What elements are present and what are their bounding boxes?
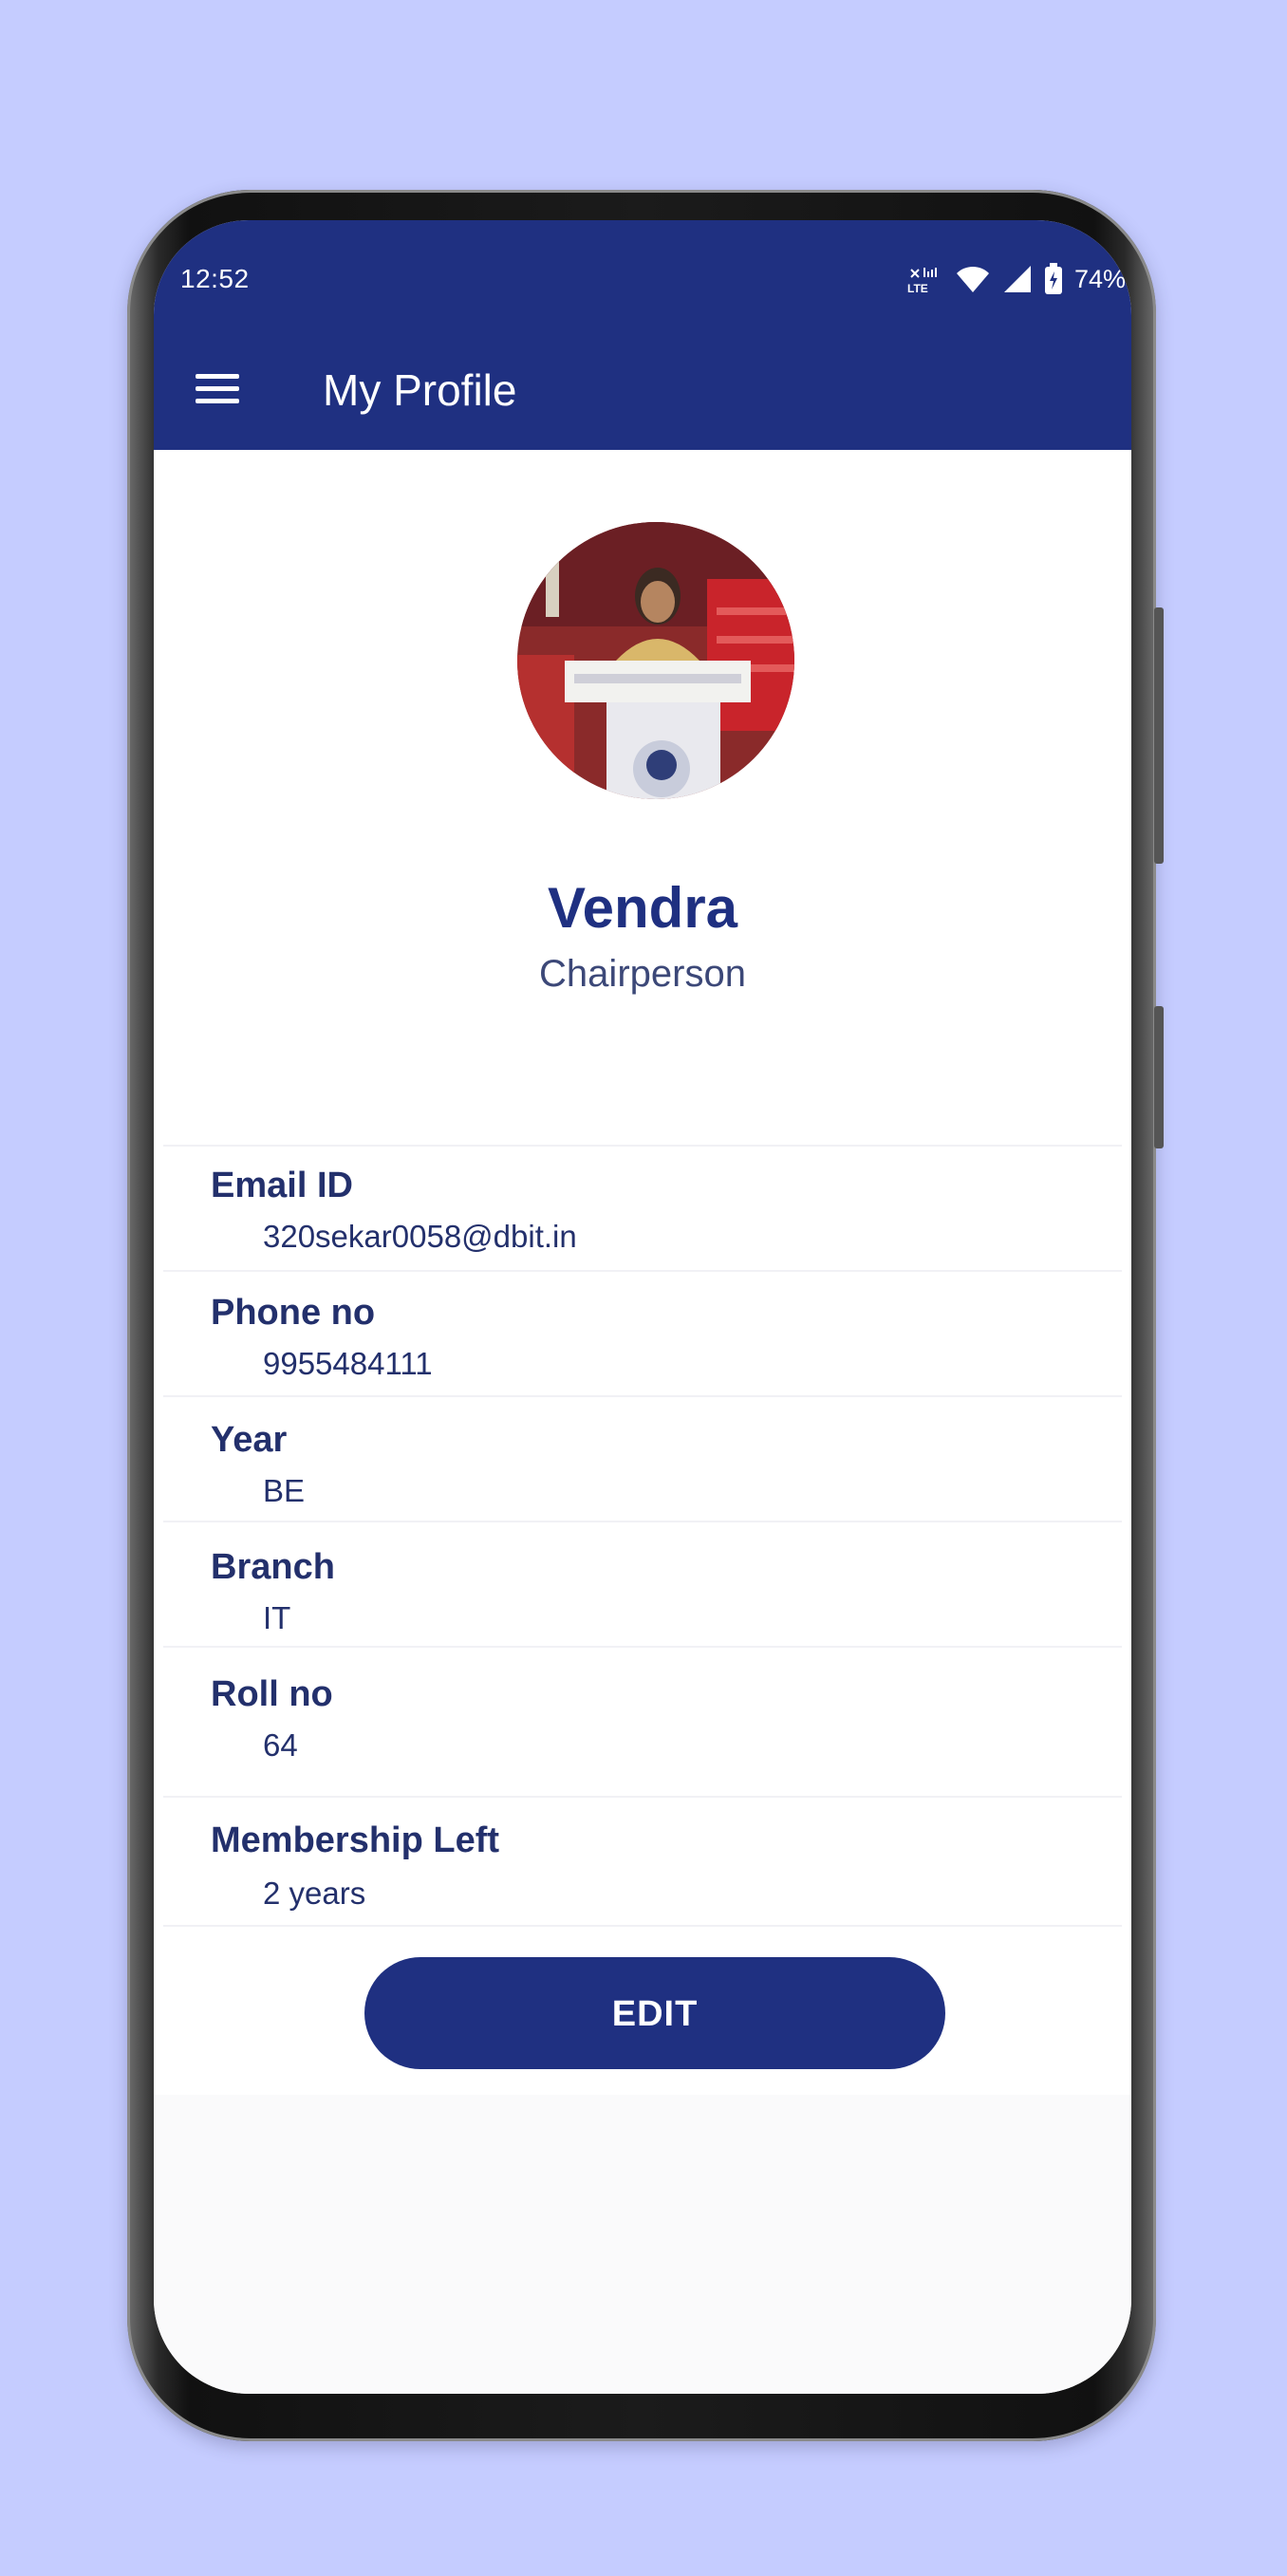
lte-icon: LTE [907,268,937,294]
field-value: IT [263,1600,291,1635]
avatar [517,522,794,799]
profile-photo [517,522,794,799]
field-branch: Branch IT [163,1521,1122,1648]
field-label: Year [211,1420,288,1460]
phone-screen: 12:52 LTE 74% My Profile Vendra Chairper… [154,220,1131,2394]
status-icons: LTE 74% [905,262,1126,296]
wifi-icon [956,266,989,292]
field-label: Roll no [211,1674,333,1714]
profile-name: Vendra [547,876,738,940]
field-label: Membership Left [211,1820,500,1860]
app-bar: My Profile [154,334,1131,450]
field-label: Branch [211,1547,335,1587]
field-label: Phone no [211,1293,376,1333]
field-value: 9955484111 [263,1346,433,1381]
empty-area [154,2095,1131,2394]
field-value: 2 years [263,1876,366,1911]
field-roll-no: Roll no 64 [163,1646,1122,1798]
cell-signal-icon [1003,266,1031,292]
field-phone: Phone no 9955484111 [163,1270,1122,1397]
profile-role: Chairperson [539,953,746,995]
field-value: BE [263,1473,306,1508]
edit-button[interactable]: EDIT [364,1957,945,2069]
field-label: Email ID [211,1166,353,1205]
status-time: 12:52 [180,264,250,293]
hamburger-menu-icon[interactable] [196,368,241,414]
field-value: 320sekar0058@dbit.in [263,1219,577,1254]
status-bar: 12:52 LTE 74% [154,220,1131,334]
battery-icon [1044,263,1062,294]
phone-side-button [1154,607,1164,864]
lte-label: LTE [907,282,928,294]
field-membership: Membership Left 2 years [163,1796,1122,1927]
field-value: 64 [263,1727,298,1763]
field-email: Email ID 320sekar0058@dbit.in [163,1145,1122,1272]
battery-percent: 74% [1073,264,1126,293]
field-year: Year BE [163,1395,1122,1522]
page-title: My Profile [323,365,517,415]
phone-volume-button [1154,1006,1164,1148]
